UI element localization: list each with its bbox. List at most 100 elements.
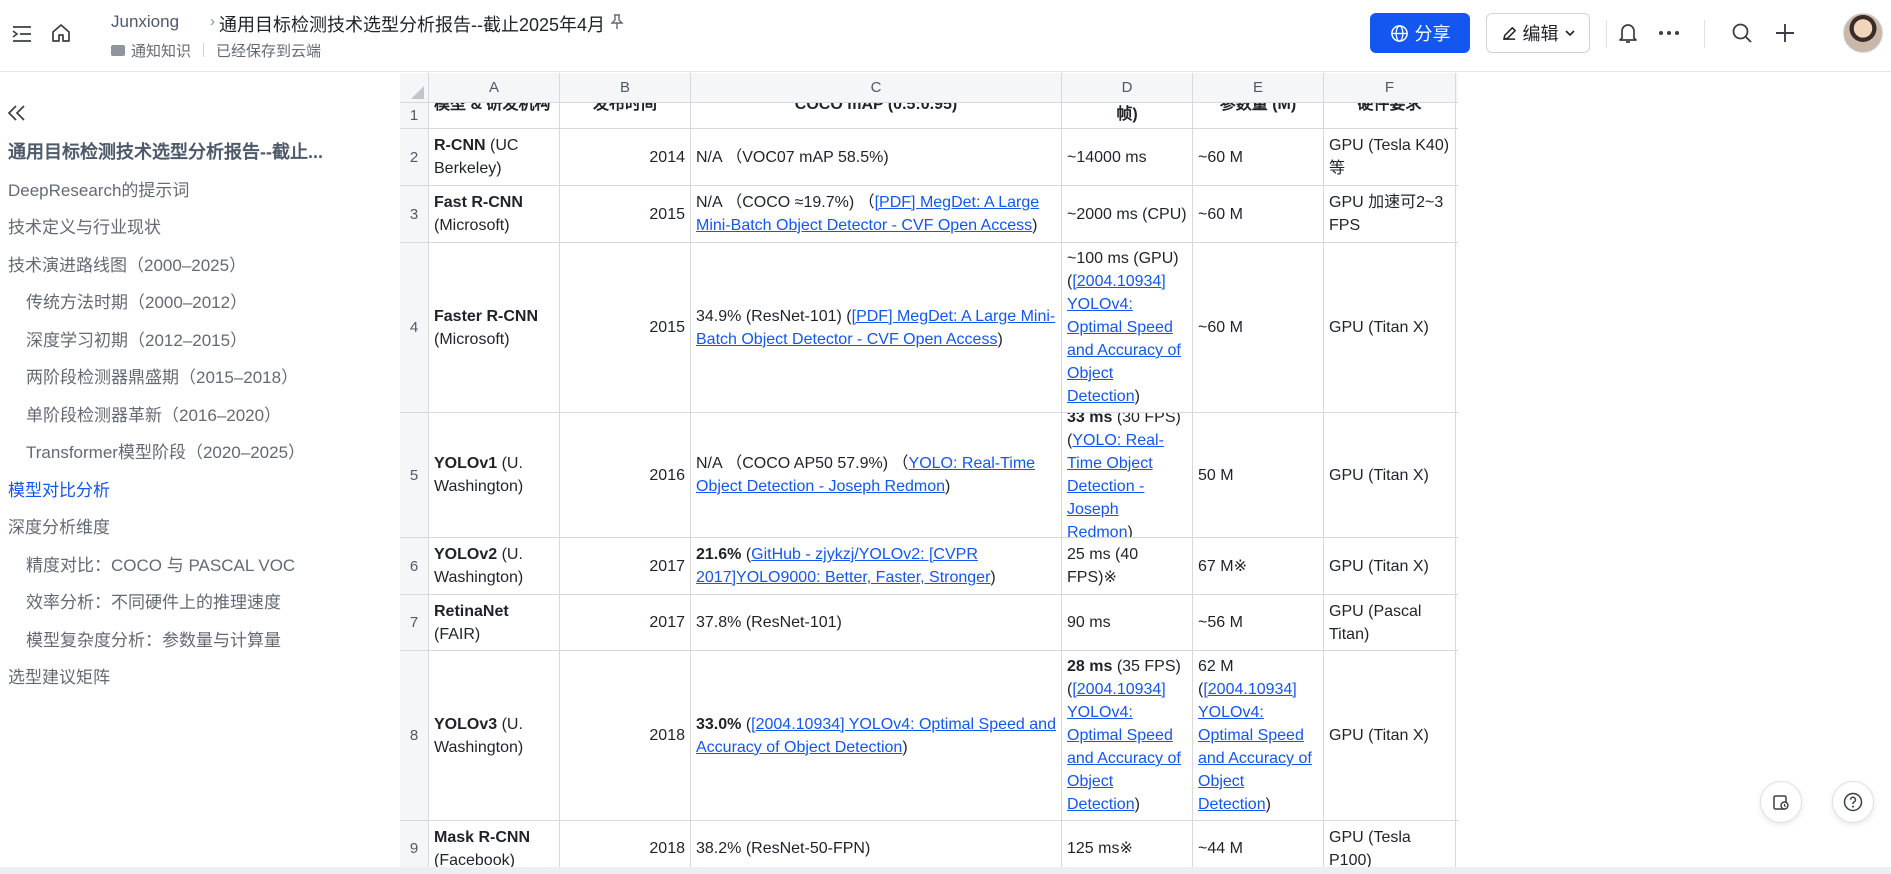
cell-speed[interactable]: 125 ms※ — [1062, 821, 1193, 867]
toc-item-one-stage[interactable]: 单阶段检测器革新（2016–2020） — [8, 397, 388, 435]
bell-icon[interactable] — [1615, 20, 1641, 46]
toc-toggle-icon[interactable] — [10, 22, 34, 46]
cell-model[interactable]: YOLOv3 (U. Washington) — [429, 651, 560, 820]
cell-map[interactable]: 34.9% (ResNet-101) ([PDF] MegDet: A Larg… — [691, 243, 1062, 412]
cell-speed[interactable]: 25 ms (40 FPS)※ — [1062, 538, 1193, 594]
edit-button[interactable]: 编辑 — [1486, 13, 1590, 53]
cell-params[interactable]: ~56 M — [1193, 595, 1324, 650]
cell-map[interactable]: N/A （VOC07 mAP 58.5%) — [691, 129, 1062, 185]
cell-map[interactable]: N/A （COCO ≈19.7%) （[PDF] MegDet: A Large… — [691, 186, 1062, 242]
cell-year[interactable]: 2016 — [560, 413, 691, 537]
row-header[interactable]: 3 — [400, 186, 429, 242]
row-header[interactable]: 7 — [400, 595, 429, 650]
row-header[interactable]: 5 — [400, 413, 429, 537]
cell-header-speed[interactable]: 帧) — [1062, 103, 1193, 128]
cell-model[interactable]: YOLOv2 (U. Washington) — [429, 538, 560, 594]
cell-model[interactable]: YOLOv1 (U. Washington) — [429, 413, 560, 537]
column-header-a[interactable]: A — [429, 73, 560, 103]
cell-params[interactable]: ~60 M — [1193, 186, 1324, 242]
toc-item-deep-analysis[interactable]: 深度分析维度 — [8, 509, 388, 547]
cell-map[interactable]: 21.6% (GitHub - zjykzj/YOLOv2: [CVPR 201… — [691, 538, 1062, 594]
row-header[interactable]: 2 — [400, 129, 429, 185]
cell-header-map[interactable]: COCO mAP (0.5:0.95) — [691, 103, 1062, 128]
pin-icon[interactable] — [607, 12, 627, 32]
cell-year[interactable]: 2018 — [560, 821, 691, 867]
avatar[interactable] — [1843, 13, 1883, 53]
cell-hardware[interactable]: GPU (Titan X) — [1324, 538, 1456, 594]
cell-header-hardware[interactable]: 硬件要求 — [1324, 103, 1456, 128]
cell-map[interactable]: 38.2% (ResNet-50-FPN) — [691, 821, 1062, 867]
toc-item-two-stage[interactable]: 两阶段检测器鼎盛期（2015–2018） — [8, 359, 388, 397]
column-header-f[interactable]: F — [1324, 73, 1456, 103]
double-chevron-left-icon[interactable] — [6, 102, 28, 124]
cell-hardware[interactable]: GPU (Titan X) — [1324, 651, 1456, 820]
row-header[interactable]: 8 — [400, 651, 429, 820]
cell-hardware[interactable]: GPU (Tesla P100) — [1324, 821, 1456, 867]
row-header[interactable]: 1 — [400, 103, 429, 128]
cell-model[interactable]: Mask R-CNN (Facebook) — [429, 821, 560, 867]
row-header[interactable]: 6 — [400, 538, 429, 594]
toc-item-title[interactable]: 通用目标检测技术选型分析报告--截止... — [8, 134, 388, 172]
toc-item-transformer[interactable]: Transformer模型阶段（2020–2025） — [8, 434, 388, 472]
cell-map[interactable]: 37.8% (ResNet-101) — [691, 595, 1062, 650]
column-header-c[interactable]: C — [691, 73, 1062, 103]
row-header[interactable]: 4 — [400, 243, 429, 412]
cell-model[interactable]: RetinaNet (FAIR) — [429, 595, 560, 650]
select-all-corner[interactable] — [400, 73, 429, 103]
cell-year[interactable]: 2018 — [560, 651, 691, 820]
column-header-e[interactable]: E — [1193, 73, 1324, 103]
cell-model[interactable]: R-CNN (UC Berkeley) — [429, 129, 560, 185]
toc-item-complexity[interactable]: 模型复杂度分析：参数量与计算量 — [8, 622, 388, 660]
toc-item-definition[interactable]: 技术定义与行业现状 — [8, 209, 388, 247]
cell-speed[interactable]: ~14000 ms — [1062, 129, 1193, 185]
cell-hardware[interactable]: GPU (Titan X) — [1324, 243, 1456, 412]
more-icon[interactable] — [1656, 20, 1682, 46]
plus-icon[interactable] — [1772, 20, 1798, 46]
cell-year[interactable]: 2014 — [560, 129, 691, 185]
cell-params[interactable]: ~44 M — [1193, 821, 1324, 867]
toc-item-prompt[interactable]: DeepResearch的提示词 — [8, 172, 388, 210]
cell-speed[interactable]: 28 ms (35 FPS) ([2004.10934] YOLOv4: Opt… — [1062, 651, 1193, 820]
cell-params[interactable]: ~60 M — [1193, 129, 1324, 185]
cell-hardware[interactable]: GPU (Tesla K40) 等 — [1324, 129, 1456, 185]
cell-year[interactable]: 2015 — [560, 186, 691, 242]
cell-hardware[interactable]: GPU (Pascal Titan) — [1324, 595, 1456, 650]
citation-link[interactable]: [2004.10934] YOLOv4: Optimal Speed and A… — [1198, 681, 1312, 813]
cell-map[interactable]: N/A （COCO AP50 57.9%) （YOLO: Real-Time O… — [691, 413, 1062, 537]
column-header-b[interactable]: B — [560, 73, 691, 103]
toc-item-accuracy[interactable]: 精度对比：COCO 与 PASCAL VOC — [8, 547, 388, 585]
cell-header-model[interactable]: 模型 & 研发机构 — [429, 103, 560, 128]
cell-map[interactable]: 33.0% ([2004.10934] YOLOv4: Optimal Spee… — [691, 651, 1062, 820]
toc-item-model-comparison[interactable]: 模型对比分析 — [8, 472, 388, 510]
toc-item-selection-matrix[interactable]: 选型建议矩阵 — [8, 659, 388, 697]
cell-year[interactable]: 2017 — [560, 595, 691, 650]
search-icon[interactable] — [1729, 20, 1755, 46]
cell-speed[interactable]: ~100 ms (GPU) ([2004.10934] YOLOv4: Opti… — [1062, 243, 1193, 412]
citation-link[interactable]: [2004.10934] YOLOv4: Optimal Speed and A… — [1067, 273, 1181, 405]
cell-model[interactable]: Faster R-CNN (Microsoft) — [429, 243, 560, 412]
cell-hardware[interactable]: GPU 加速可2~3 FPS — [1324, 186, 1456, 242]
cell-params[interactable]: 67 M※ — [1193, 538, 1324, 594]
cell-speed[interactable]: 90 ms — [1062, 595, 1193, 650]
cell-speed[interactable]: 33 ms (30 FPS) (YOLO: Real-Time Object D… — [1062, 413, 1193, 537]
row-header[interactable]: 9 — [400, 821, 429, 867]
toc-item-early-dl[interactable]: 深度学习初期（2012–2015） — [8, 322, 388, 360]
history-button[interactable] — [1760, 781, 1802, 823]
toc-item-roadmap[interactable]: 技术演进路线图（2000–2025） — [8, 247, 388, 285]
cell-params[interactable]: 50 M — [1193, 413, 1324, 537]
citation-link[interactable]: [2004.10934] YOLOv4: Optimal Speed and A… — [1067, 681, 1181, 813]
cell-year[interactable]: 2015 — [560, 243, 691, 412]
document-title[interactable]: 通用目标检测技术选型分析报告--截止2025年4月 — [219, 11, 605, 37]
home-icon[interactable] — [48, 20, 74, 46]
help-button[interactable] — [1832, 781, 1874, 823]
cell-params[interactable]: 62 M ([2004.10934] YOLOv4: Optimal Speed… — [1193, 651, 1324, 820]
toc-item-traditional[interactable]: 传统方法时期（2000–2012） — [8, 284, 388, 322]
cell-speed[interactable]: ~2000 ms (CPU) — [1062, 186, 1193, 242]
cell-hardware[interactable]: GPU (Titan X) — [1324, 413, 1456, 537]
toc-item-efficiency[interactable]: 效率分析：不同硬件上的推理速度 — [8, 584, 388, 622]
cell-header-params[interactable]: 参数量 (M) — [1193, 103, 1324, 128]
cell-year[interactable]: 2017 — [560, 538, 691, 594]
citation-link[interactable]: YOLO: Real-Time Object Detection - Josep… — [1067, 432, 1164, 537]
column-header-d[interactable]: D — [1062, 73, 1193, 103]
folder-name[interactable]: 通知知识 — [131, 40, 191, 61]
